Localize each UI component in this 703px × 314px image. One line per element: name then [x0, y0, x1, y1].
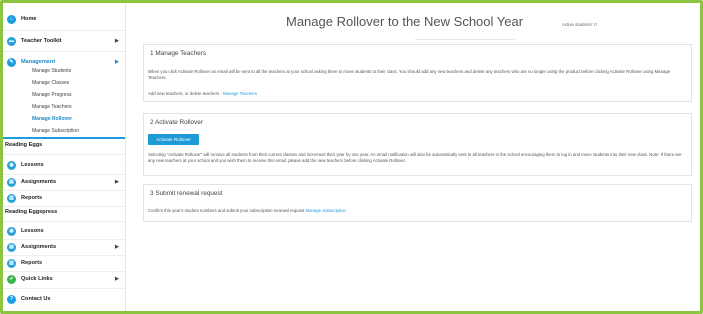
chevron-right-icon: ▶	[115, 59, 119, 65]
sidebar-item-label: Assignments	[21, 179, 57, 185]
lessons-icon: ◉	[7, 160, 16, 170]
quick-links-icon: ✔	[7, 274, 16, 284]
sidebar-item-re-assignments[interactable]: ▤ Assignments ▶	[3, 174, 126, 190]
divider	[3, 288, 125, 289]
sidebar-item-re-lessons[interactable]: ◉ Lessons	[3, 157, 126, 173]
divider	[3, 30, 125, 31]
sidebar-item-label: Management	[21, 59, 56, 65]
lessons-icon: ◉	[7, 226, 16, 236]
sidebar-item-rx-reports[interactable]: ▥ Reports	[3, 255, 126, 271]
chevron-right-icon: ▶	[115, 276, 119, 282]
management-icon: ✎	[7, 57, 16, 67]
sidebar-item-label: Lessons	[21, 228, 44, 234]
sidebar-subitem-manage-subscription[interactable]: Manage Subscription	[32, 127, 79, 136]
section-heading-reading-eggs: Reading Eggs	[5, 142, 43, 148]
sidebar-item-label: Assignments	[21, 244, 57, 250]
panel-heading: 3 Submit renewal request	[150, 190, 223, 197]
sidebar-item-label: Reports	[21, 195, 43, 201]
sidebar-item-label: Lessons	[21, 162, 44, 168]
contact-icon: ?	[7, 294, 16, 304]
sidebar-item-rx-lessons[interactable]: ◉ Lessons	[3, 223, 126, 239]
manage-teachers-link[interactable]: Manage Teachers	[223, 91, 257, 96]
chevron-right-icon: ▶	[115, 38, 119, 44]
sidebar-subitem-manage-teachers[interactable]: Manage Teachers	[32, 103, 72, 112]
panel-activate-rollover: 2 Activate Rollover Activate Rollover Se…	[143, 113, 692, 176]
sidebar-item-label: Quick Links	[21, 276, 53, 282]
sidebar-item-home[interactable]: ⌂ Home	[3, 11, 126, 27]
panel-submit-renewal: 3 Submit renewal request Confirm this ye…	[143, 184, 692, 222]
sidebar-subitem-manage-rollover[interactable]: Manage Rollover	[32, 115, 72, 124]
divider	[3, 51, 125, 52]
divider	[3, 154, 125, 155]
renewal-text: Confirm this year's student numbers and …	[148, 208, 306, 213]
sidebar-item-contact-us[interactable]: ? Contact Us	[3, 291, 126, 307]
add-teachers-text: Add new teachers, or delete teachers -	[148, 91, 223, 96]
reports-icon: ▥	[7, 258, 16, 268]
divider	[3, 221, 125, 222]
assignments-icon: ▤	[7, 177, 16, 187]
sidebar-item-label: Reports	[21, 260, 43, 266]
panel-description: Selecting "Activate Rollover" will remov…	[148, 152, 682, 164]
active-students-count: Active students: 0	[562, 22, 597, 27]
chevron-right-icon: ▶	[115, 179, 119, 185]
sidebar-item-label: Teacher Toolkit	[21, 38, 62, 44]
sidebar-item-rx-assignments[interactable]: ▤ Assignments ▶	[3, 239, 126, 255]
chevron-right-icon: ▶	[115, 244, 119, 250]
panel-description: When you click Activate Rollover an emai…	[148, 69, 671, 81]
activate-rollover-button[interactable]: Activate Rollover	[148, 134, 199, 145]
sidebar-item-label: Home	[21, 16, 37, 22]
assignments-icon: ▤	[7, 242, 16, 252]
sidebar-item-quick-links[interactable]: ✔ Quick Links ▶	[3, 271, 126, 287]
title-divider	[415, 39, 515, 40]
sidebar-subitem-manage-students[interactable]: Manage Students	[32, 67, 71, 76]
toolkit-icon: ▬	[7, 36, 16, 46]
sidebar-item-teacher-toolkit[interactable]: ▬ Teacher Toolkit ▶	[3, 33, 126, 49]
panel-manage-teachers: 1 Manage Teachers When you click Activat…	[143, 44, 692, 102]
sidebar-item-re-reports[interactable]: ▥ Reports	[3, 190, 126, 206]
panel-heading: 2 Activate Rollover	[150, 119, 203, 126]
divider	[3, 206, 125, 207]
section-heading-reading-eggspress: Reading Eggspress	[5, 209, 58, 215]
sidebar-subitem-manage-classes[interactable]: Manage Classes	[32, 79, 69, 88]
add-teachers-line: Add new teachers, or delete teachers - M…	[148, 91, 688, 97]
panel-heading: 1 Manage Teachers	[150, 50, 207, 57]
home-icon: ⌂	[7, 14, 16, 24]
sidebar-subitem-manage-progress[interactable]: Manage Progress	[32, 91, 71, 100]
renewal-line: Confirm this year's student numbers and …	[148, 208, 688, 214]
manage-subscription-link[interactable]: Manage Subscription	[306, 208, 346, 213]
reports-icon: ▥	[7, 193, 16, 203]
sidebar: ⌂ Home ▬ Teacher Toolkit ▶ ✎ Management …	[3, 3, 126, 311]
page-title: Manage Rollover to the New School Year	[286, 14, 524, 29]
active-section-indicator	[3, 137, 125, 139]
sidebar-item-label: Contact Us	[21, 296, 51, 302]
